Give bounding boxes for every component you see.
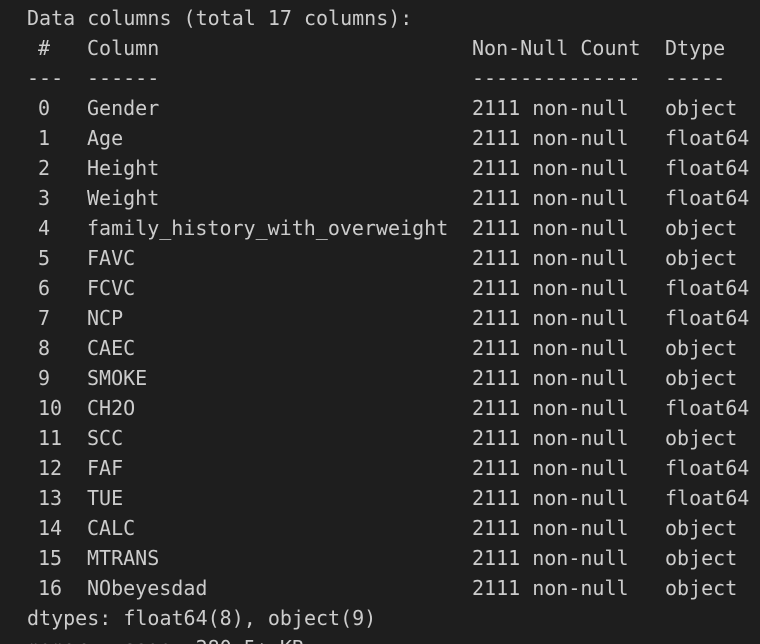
non-null-count: 2111 non-null bbox=[472, 336, 629, 360]
dtype-value: object bbox=[665, 216, 738, 240]
row-index: 6 bbox=[38, 276, 51, 300]
table-row: 14 CALC 2111 non-null object bbox=[0, 513, 760, 543]
dtype-value: float64 bbox=[665, 156, 750, 180]
table-row: 3 Weight 2111 non-null float64 bbox=[0, 183, 760, 213]
column-name: FAF bbox=[87, 456, 124, 480]
row-index: 4 bbox=[38, 216, 51, 240]
non-null-separator: -------------- bbox=[472, 66, 641, 90]
column-name: MTRANS bbox=[87, 546, 160, 570]
non-null-header: Non-Null Count bbox=[472, 36, 641, 60]
column-name: Height bbox=[87, 156, 160, 180]
dtype-value: object bbox=[665, 96, 738, 120]
column-name: SCC bbox=[87, 426, 124, 450]
table-row: 1 Age 2111 non-null float64 bbox=[0, 123, 760, 153]
table-row: 7 NCP 2111 non-null float64 bbox=[0, 303, 760, 333]
row-index: 14 bbox=[38, 516, 63, 540]
row-index: 0 bbox=[38, 96, 51, 120]
non-null-count: 2111 non-null bbox=[472, 126, 629, 150]
non-null-count: 2111 non-null bbox=[472, 426, 629, 450]
separator-row: --- ------ -------------- ----- bbox=[0, 63, 760, 93]
column-header: Column bbox=[87, 36, 160, 60]
dtype-value: float64 bbox=[665, 456, 750, 480]
dtype-value: float64 bbox=[665, 306, 750, 330]
non-null-count: 2111 non-null bbox=[472, 486, 629, 510]
dtypes-summary: dtypes: float64(8), object(9) bbox=[27, 606, 377, 630]
dtype-value: float64 bbox=[665, 126, 750, 150]
table-row: 2 Height 2111 non-null float64 bbox=[0, 153, 760, 183]
dtype-value: object bbox=[665, 246, 738, 270]
memory-usage: memory usage: 280.5+ KB bbox=[27, 633, 304, 644]
non-null-count: 2111 non-null bbox=[472, 246, 629, 270]
index-header: # bbox=[38, 36, 51, 60]
column-name: SMOKE bbox=[87, 366, 148, 390]
table-row: 12 FAF 2111 non-null float64 bbox=[0, 453, 760, 483]
notebook-output: Data columns (total 17 columns): # Colum… bbox=[0, 0, 760, 644]
non-null-count: 2111 non-null bbox=[472, 576, 629, 600]
column-name: Gender bbox=[87, 96, 160, 120]
table-row: 5 FAVC 2111 non-null object bbox=[0, 243, 760, 273]
row-index: 15 bbox=[38, 546, 63, 570]
column-name: Weight bbox=[87, 186, 160, 210]
row-index: 5 bbox=[38, 246, 51, 270]
table-row: 4 family_history_with_overweight 2111 non-… bbox=[0, 213, 760, 243]
table-header-row: # Column Non-Null Count Dtype bbox=[0, 33, 760, 63]
row-index: 13 bbox=[38, 486, 63, 510]
row-index: 9 bbox=[38, 366, 51, 390]
dtype-value: object bbox=[665, 576, 738, 600]
info-header: Data columns (total 17 columns): bbox=[27, 6, 413, 30]
column-name: CAEC bbox=[87, 336, 136, 360]
row-index: 8 bbox=[38, 336, 51, 360]
column-name: family_history_with_overweight bbox=[87, 216, 449, 240]
column-name: TUE bbox=[87, 486, 124, 510]
column-name: NCP bbox=[87, 306, 124, 330]
column-name: FAVC bbox=[87, 246, 136, 270]
row-index: 12 bbox=[38, 456, 63, 480]
dtype-separator: ----- bbox=[665, 66, 726, 90]
table-row: 16 NObeyesdad 2111 non-null object bbox=[0, 573, 760, 603]
table-row: 6 FCVC 2111 non-null float64 bbox=[0, 273, 760, 303]
column-name: FCVC bbox=[87, 276, 136, 300]
table-row: 11 SCC 2111 non-null object bbox=[0, 423, 760, 453]
table-row: 0 Gender 2111 non-null object bbox=[0, 93, 760, 123]
dtype-value: float64 bbox=[665, 396, 750, 420]
index-separator: --- bbox=[27, 66, 64, 90]
dtype-value: object bbox=[665, 516, 738, 540]
non-null-count: 2111 non-null bbox=[472, 306, 629, 330]
non-null-count: 2111 non-null bbox=[472, 186, 629, 210]
non-null-count: 2111 non-null bbox=[472, 276, 629, 300]
dtype-value: float64 bbox=[665, 486, 750, 510]
column-separator: ------ bbox=[87, 66, 160, 90]
dtype-header: Dtype bbox=[665, 36, 726, 60]
row-index: 2 bbox=[38, 156, 51, 180]
non-null-count: 2111 non-null bbox=[472, 366, 629, 390]
row-index: 10 bbox=[38, 396, 63, 420]
non-null-count: 2111 non-null bbox=[472, 396, 629, 420]
dtype-value: object bbox=[665, 366, 738, 390]
table-row: 15 MTRANS 2111 non-null object bbox=[0, 543, 760, 573]
row-index: 3 bbox=[38, 186, 51, 210]
column-name: NObeyesdad bbox=[87, 576, 208, 600]
row-index: 11 bbox=[38, 426, 63, 450]
row-index: 1 bbox=[38, 126, 51, 150]
column-name: Age bbox=[87, 126, 124, 150]
table-row: 10 CH2O 2111 non-null float64 bbox=[0, 393, 760, 423]
table-row: 9 SMOKE 2111 non-null object bbox=[0, 363, 760, 393]
non-null-count: 2111 non-null bbox=[472, 516, 629, 540]
non-null-count: 2111 non-null bbox=[472, 456, 629, 480]
non-null-count: 2111 non-null bbox=[472, 216, 629, 240]
non-null-count: 2111 non-null bbox=[472, 96, 629, 120]
dtype-value: float64 bbox=[665, 186, 750, 210]
non-null-count: 2111 non-null bbox=[472, 546, 629, 570]
row-index: 7 bbox=[38, 306, 51, 330]
column-name: CALC bbox=[87, 516, 136, 540]
dtype-value: object bbox=[665, 426, 738, 450]
dtype-value: float64 bbox=[665, 276, 750, 300]
non-null-count: 2111 non-null bbox=[472, 156, 629, 180]
dtype-value: object bbox=[665, 336, 738, 360]
table-row: 13 TUE 2111 non-null float64 bbox=[0, 483, 760, 513]
dtype-value: object bbox=[665, 546, 738, 570]
table-row: 8 CAEC 2111 non-null object bbox=[0, 333, 760, 363]
column-name: CH2O bbox=[87, 396, 136, 420]
row-index: 16 bbox=[38, 576, 63, 600]
